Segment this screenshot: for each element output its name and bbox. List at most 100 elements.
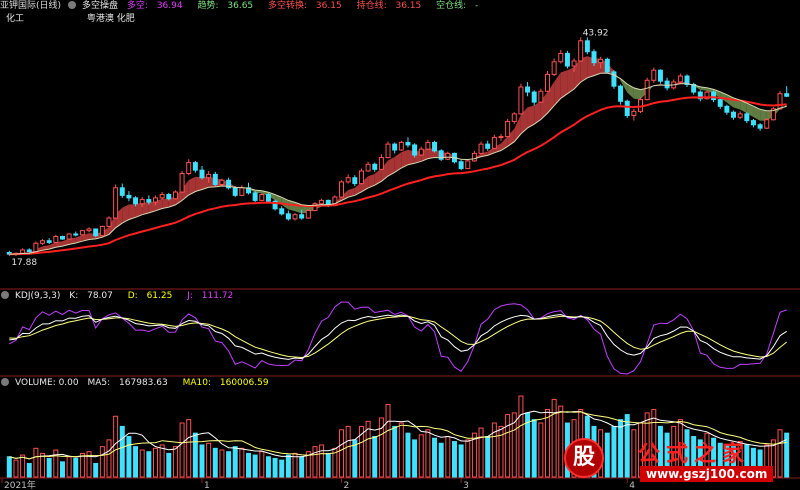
volume-bar <box>159 444 165 478</box>
candle <box>651 67 657 83</box>
candle <box>764 118 770 129</box>
candle-body <box>285 213 291 220</box>
indicator-name[interactable]: 多空操盘 <box>82 1 118 11</box>
candle <box>159 192 165 200</box>
volume-bar <box>219 449 225 478</box>
volume-bar <box>172 446 178 478</box>
volume-bar <box>339 429 345 478</box>
stock-title[interactable]: 亚钾国际(日线) <box>0 1 61 11</box>
volume-bar <box>226 451 232 478</box>
candle-body <box>737 113 743 118</box>
volume-bar <box>199 444 205 478</box>
candle-body <box>598 58 604 64</box>
candle-body <box>564 52 570 67</box>
volume-bar <box>285 454 291 478</box>
volume-bar <box>13 459 19 478</box>
candle <box>518 83 524 115</box>
candle <box>252 191 258 203</box>
candle-body <box>79 230 85 236</box>
candle <box>757 123 763 131</box>
volume-bar <box>106 439 112 478</box>
candle-body <box>239 187 245 196</box>
candle <box>46 238 52 245</box>
candle <box>99 225 105 237</box>
volume-bar <box>372 436 378 478</box>
candle <box>584 37 590 55</box>
candle-body <box>604 58 610 73</box>
candle <box>272 199 278 211</box>
candle-body <box>53 236 59 243</box>
volume-bar <box>119 425 125 478</box>
candle <box>750 118 756 128</box>
candle-body <box>624 100 630 117</box>
candle-body <box>146 199 152 203</box>
candle-body <box>365 163 371 172</box>
candle-body <box>179 173 185 193</box>
candle-body <box>372 163 378 170</box>
j-readout: J: 111.72 <box>187 291 234 301</box>
kdj-lines <box>9 301 788 375</box>
volume-toggle-icon[interactable] <box>1 377 9 386</box>
candle-body <box>119 187 125 196</box>
volume-bar <box>26 463 32 478</box>
candle-body <box>59 236 65 240</box>
candle-body <box>631 110 637 117</box>
candle-body <box>578 40 584 62</box>
candle-body <box>571 60 577 67</box>
candle <box>279 206 285 216</box>
candle-body <box>491 136 497 149</box>
candle <box>544 71 550 93</box>
candle <box>119 183 125 198</box>
watermark-logo: 股 <box>564 438 604 478</box>
volume-bar <box>186 419 192 478</box>
candle-body <box>757 124 763 129</box>
candle-body <box>192 162 198 171</box>
ma5-readout: MA5: 167983.63 <box>87 378 168 388</box>
candle-body <box>126 194 132 199</box>
candle-body <box>551 61 557 75</box>
candle-body <box>358 170 364 185</box>
ribbon-segment <box>554 72 561 106</box>
volume-bar <box>73 457 79 478</box>
candle <box>525 81 531 97</box>
candle <box>106 216 112 228</box>
ribbon-segment <box>195 176 202 192</box>
volume-bar <box>405 432 411 478</box>
candle-body <box>99 225 105 237</box>
volume-bar <box>279 459 285 478</box>
volume-bar <box>418 434 424 478</box>
d-line <box>9 315 788 359</box>
watermark-url: www.gszj100.com <box>640 466 774 482</box>
candle <box>471 150 477 162</box>
candle-body <box>538 90 544 103</box>
turn-readout: 多空转换: 36.15 <box>268 1 342 11</box>
candle-body <box>86 228 92 232</box>
candle-body <box>232 187 238 196</box>
candle-body <box>33 242 39 253</box>
candle-body <box>139 199 145 205</box>
indicator-toggle-icon[interactable] <box>68 0 77 9</box>
candle <box>73 231 79 237</box>
candle <box>578 37 584 62</box>
volume-name[interactable]: VOLUME: 0.00 <box>15 378 79 388</box>
candle-body <box>405 141 411 146</box>
kdj-toggle-icon[interactable] <box>1 290 9 299</box>
volume-bar <box>166 452 172 478</box>
candle-body <box>677 75 683 83</box>
candle-body <box>432 141 438 152</box>
candle-body <box>392 143 398 151</box>
candle <box>638 97 644 114</box>
kdj-name[interactable]: KDJ(9,3,3) <box>15 291 60 301</box>
candle-body <box>259 194 265 201</box>
volume-bar <box>79 452 85 478</box>
candle <box>511 112 517 124</box>
candle-body <box>584 40 590 53</box>
chart-canvas[interactable]: 43.9217.88 2021年 1 2 3 4 <box>0 0 800 490</box>
candle-body <box>206 173 212 179</box>
candle <box>126 191 132 202</box>
volume-bar <box>398 422 404 478</box>
volume-bar <box>505 414 511 478</box>
volume-bar <box>299 456 305 478</box>
candle <box>631 108 637 121</box>
candle <box>564 50 570 69</box>
